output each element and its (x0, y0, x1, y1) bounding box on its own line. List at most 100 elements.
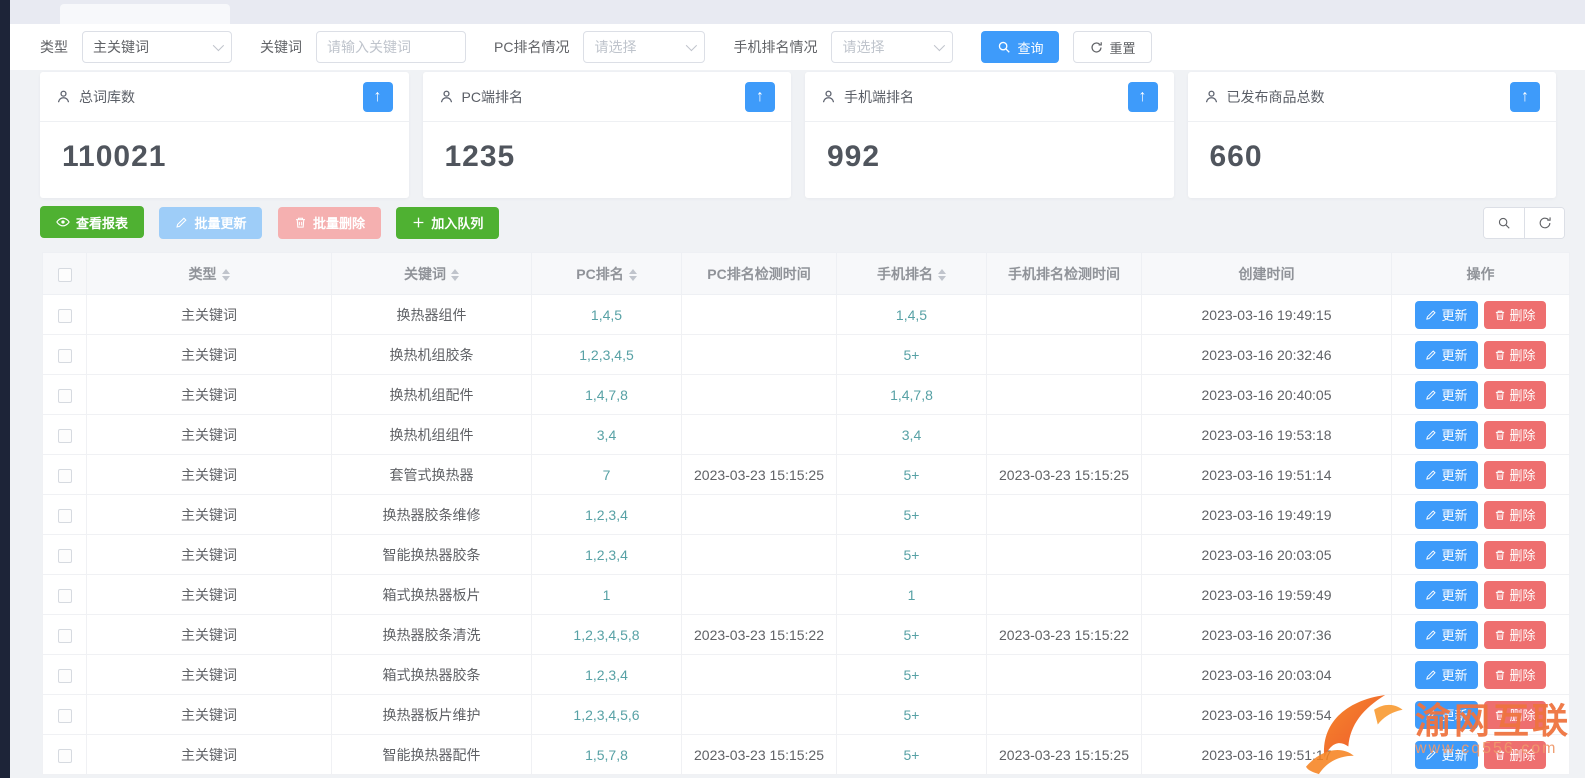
row-checkbox[interactable] (58, 349, 72, 363)
cell-mobile-time (987, 535, 1142, 575)
batch-delete-button[interactable]: 批量删除 (278, 207, 381, 239)
arrow-up-button[interactable]: ↑ (1510, 82, 1540, 112)
cell-mobile-rank: 5+ (837, 655, 987, 695)
edit-icon (1425, 549, 1437, 561)
type-select[interactable]: 主关键词 (82, 31, 232, 63)
trash-icon (294, 216, 307, 229)
batch-update-button[interactable]: 批量更新 (159, 207, 262, 239)
person-icon (439, 89, 454, 104)
edit-icon (1425, 509, 1437, 521)
cell-mobile-rank: 5+ (837, 695, 987, 735)
stat-card-label: 已发布商品总数 (1227, 87, 1325, 107)
sort-carets-icon[interactable] (938, 269, 946, 281)
cell-type: 主关键词 (87, 655, 332, 695)
row-checkbox[interactable] (58, 509, 72, 523)
delete-button[interactable]: 删除 (1484, 421, 1546, 449)
cell-pc-rank: 1,5,7,8 (532, 735, 682, 775)
table-search-button[interactable] (1484, 208, 1524, 238)
row-checkbox[interactable] (58, 469, 72, 483)
cell-mobile-rank: 1,4,7,8 (837, 375, 987, 415)
update-button[interactable]: 更新 (1415, 421, 1477, 449)
select-all-checkbox[interactable] (58, 268, 72, 282)
delete-button[interactable]: 删除 (1484, 621, 1546, 649)
row-checkbox[interactable] (58, 589, 72, 603)
cell-pc-time: 2023-03-23 15:15:22 (682, 615, 837, 655)
delete-button[interactable]: 删除 (1484, 501, 1546, 529)
cell-mobile-time (987, 495, 1142, 535)
cell-mobile-time (987, 575, 1142, 615)
type-select-value: 主关键词 (93, 37, 149, 57)
update-button[interactable]: 更新 (1415, 381, 1477, 409)
cell-created: 2023-03-16 19:49:15 (1142, 295, 1392, 335)
row-checkbox[interactable] (58, 389, 72, 403)
delete-button[interactable]: 删除 (1484, 461, 1546, 489)
update-button[interactable]: 更新 (1415, 581, 1477, 609)
row-checkbox[interactable] (58, 309, 72, 323)
trash-icon (1494, 669, 1506, 681)
delete-button[interactable]: 删除 (1484, 541, 1546, 569)
trash-icon (1494, 629, 1506, 641)
stat-card-label: PC端排名 (462, 87, 523, 107)
sort-carets-icon[interactable] (222, 269, 230, 281)
batch-update-label: 批量更新 (194, 213, 246, 232)
update-button[interactable]: 更新 (1415, 541, 1477, 569)
keyword-input[interactable] (316, 31, 466, 63)
type-label: 类型 (40, 37, 68, 57)
arrow-up-button[interactable]: ↑ (363, 82, 393, 112)
row-checkbox[interactable] (58, 669, 72, 683)
mobile-rank-select[interactable]: 请选择 (831, 31, 953, 63)
column-header-pc-rank[interactable]: PC排名 (532, 253, 682, 295)
view-report-button[interactable]: 查看报表 (40, 206, 144, 238)
cell-created: 2023-03-16 20:32:46 (1142, 335, 1392, 375)
stat-card-value: 110021 (62, 140, 166, 173)
row-checkbox[interactable] (58, 549, 72, 563)
delete-button[interactable]: 删除 (1484, 301, 1546, 329)
delete-button[interactable]: 删除 (1484, 381, 1546, 409)
edit-icon (1425, 429, 1437, 441)
arrow-up-button[interactable]: ↑ (745, 82, 775, 112)
sort-carets-icon[interactable] (451, 269, 459, 281)
row-checkbox[interactable] (58, 429, 72, 443)
cell-pc-time (682, 575, 837, 615)
edit-icon (1425, 389, 1437, 401)
keyword-label: 关键词 (260, 37, 302, 57)
cell-mobile-time: 2023-03-23 15:15:22 (987, 615, 1142, 655)
row-checkbox[interactable] (58, 709, 72, 723)
sort-carets-icon[interactable] (629, 269, 637, 281)
delete-button[interactable]: 删除 (1484, 581, 1546, 609)
column-header-mobile-rank[interactable]: 手机排名 (837, 253, 987, 295)
row-checkbox[interactable] (58, 749, 72, 763)
trash-icon (1494, 429, 1506, 441)
stat-cards: 总词库数 ↑ 110021 PC端排名 ↑ 1235 手机端排名 ↑ 992 已… (40, 72, 1556, 198)
chevron-down-icon (686, 40, 697, 51)
cell-mobile-time (987, 375, 1142, 415)
table-refresh-button[interactable] (1524, 208, 1564, 238)
cell-pc-time (682, 335, 837, 375)
cell-mobile-rank: 5+ (837, 335, 987, 375)
update-button[interactable]: 更新 (1415, 501, 1477, 529)
update-button[interactable]: 更新 (1415, 461, 1477, 489)
column-header-keyword[interactable]: 关键词 (332, 253, 532, 295)
update-button[interactable]: 更新 (1415, 341, 1477, 369)
cell-pc-rank: 7 (532, 455, 682, 495)
delete-button[interactable]: 删除 (1484, 341, 1546, 369)
edit-icon (1425, 469, 1437, 481)
search-button[interactable]: 查询 (981, 31, 1059, 63)
pc-rank-select[interactable]: 请选择 (583, 31, 705, 63)
cell-mobile-time (987, 655, 1142, 695)
update-button[interactable]: 更新 (1415, 301, 1477, 329)
arrow-up-button[interactable]: ↑ (1128, 82, 1158, 112)
column-header-type[interactable]: 类型 (87, 253, 332, 295)
reset-button[interactable]: 重置 (1073, 31, 1152, 63)
add-queue-button[interactable]: 加入队列 (396, 207, 499, 239)
cell-pc-rank: 1,2,3,4 (532, 655, 682, 695)
active-tab[interactable] (60, 4, 230, 24)
cell-pc-rank: 1,4,5 (532, 295, 682, 335)
cell-keyword: 换热器板片维护 (332, 695, 532, 735)
cell-keyword: 换热机组组件 (332, 415, 532, 455)
row-checkbox[interactable] (58, 629, 72, 643)
cell-keyword: 智能换热器胶条 (332, 535, 532, 575)
update-button[interactable]: 更新 (1415, 621, 1477, 649)
cell-type: 主关键词 (87, 695, 332, 735)
mobile-rank-label: 手机排名情况 (733, 37, 817, 57)
